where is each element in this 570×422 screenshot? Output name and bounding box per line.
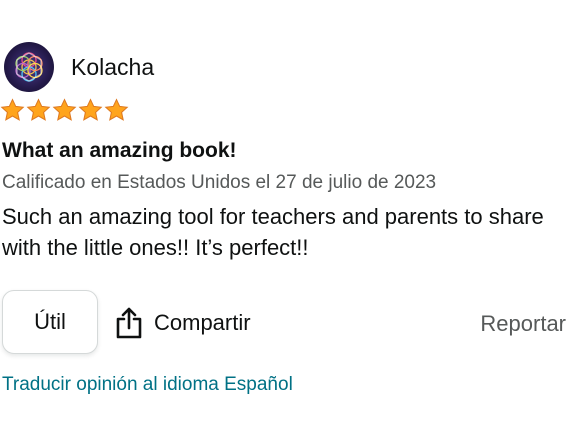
sacred-geometry-icon bbox=[15, 52, 43, 82]
reviewer-name[interactable]: Kolacha bbox=[71, 54, 154, 81]
star-rating[interactable] bbox=[0, 98, 129, 123]
report-link[interactable]: Reportar bbox=[480, 311, 566, 337]
reviewer-profile[interactable]: Kolacha bbox=[4, 42, 154, 92]
star-icon bbox=[104, 98, 129, 121]
review-date: Calificado en Estados Unidos el 27 de ju… bbox=[2, 172, 437, 193]
share-button[interactable]: Compartir bbox=[114, 305, 251, 341]
star-icon bbox=[0, 98, 25, 121]
star-icon bbox=[26, 98, 51, 121]
share-label: Compartir bbox=[154, 310, 251, 335]
translate-review-link[interactable]: Traducir opinión al idioma Español bbox=[2, 374, 293, 396]
star-icon bbox=[78, 98, 103, 121]
review-title[interactable]: What an amazing book! bbox=[2, 139, 237, 163]
star-icon bbox=[52, 98, 77, 121]
review-body: Such an amazing tool for teachers and pa… bbox=[2, 204, 544, 260]
customer-review: Kolacha What an amazing book! Calificado… bbox=[0, 0, 570, 422]
avatar[interactable] bbox=[4, 42, 54, 92]
helpful-button[interactable]: Útil bbox=[2, 290, 98, 354]
share-icon bbox=[116, 307, 142, 339]
